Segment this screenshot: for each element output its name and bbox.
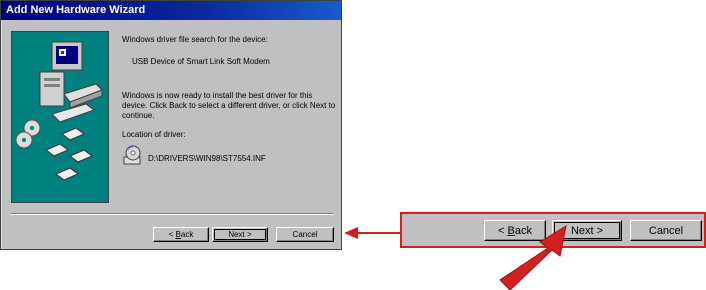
cancel-button[interactable]: Cancel	[276, 227, 334, 242]
driver-path: D:\DRIVERS\WIN98\ST7554.INF	[148, 154, 266, 163]
next-button[interactable]: Next >	[212, 227, 268, 242]
zoom-cancel-button[interactable]: Cancel	[630, 220, 702, 241]
zoom-back-prefix: <	[498, 224, 508, 237]
search-label: Windows driver file search for the devic…	[122, 35, 268, 44]
zoom-back-button[interactable]: < Back	[484, 220, 546, 241]
window-title: Add New Hardware Wizard	[6, 4, 146, 16]
ready-message: Windows is now ready to install the best…	[122, 91, 336, 120]
wizard-banner-image	[11, 31, 109, 203]
title-bar[interactable]: Add New Hardware Wizard	[1, 1, 341, 20]
zoom-back-accelerator: B	[507, 224, 515, 237]
zoomed-button-bar: < Back Next > Cancel	[400, 212, 706, 248]
left-pointer-arrow-icon	[344, 227, 400, 239]
driver-location-label: Location of driver:	[122, 130, 186, 139]
wizard-window: Add New Hardware Wizard Windows driver f…	[0, 0, 342, 250]
cd-driver-icon	[122, 144, 144, 166]
back-prefix: <	[168, 229, 176, 239]
back-rest: ack	[180, 229, 194, 239]
back-button[interactable]: < Back	[153, 227, 209, 242]
device-name: USB Device of Smart Link Soft Modem	[132, 57, 270, 66]
zoom-back-rest: ack	[514, 224, 532, 237]
computer-with-disks-icon	[15, 41, 103, 181]
separator	[11, 213, 333, 215]
zoom-next-button[interactable]: Next >	[552, 220, 622, 241]
